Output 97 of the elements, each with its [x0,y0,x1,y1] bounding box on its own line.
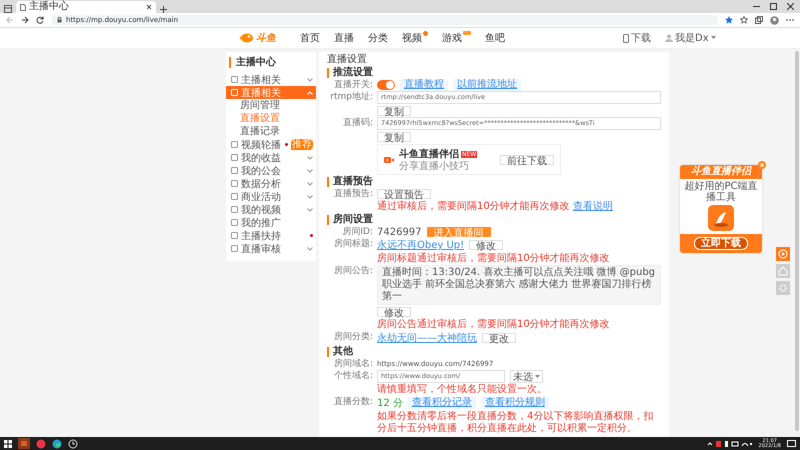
download-button[interactable]: 前往下载 [500,154,554,164]
download-link[interactable]: 下载 [631,31,651,45]
chevron-icon[interactable] [307,182,313,186]
field-label: 直播开关: [332,79,373,91]
copy-button[interactable]: 复制 [377,106,411,116]
edit-button[interactable]: 修改 [469,240,504,250]
warning-text: 房间公告通过审核后，需要间隔10分钟才能再次修改 [377,319,611,331]
forward-icon[interactable] [21,16,29,24]
notification-icon[interactable] [787,440,796,448]
warning-text: 请慎重填写，个性域名只能设置一次。 [377,384,548,396]
field-label: 房间公告: [332,265,373,277]
sidebar-item[interactable]: 直播审核 [226,242,316,255]
sidebar-item[interactable]: 我的收益 [226,151,316,164]
warning-text: 通过审核后，需要间隔10分钟才能再次修改 查看说明 [377,201,614,213]
chevron-icon[interactable] [307,156,313,160]
warning-text: 如果分数清零后将一段直播分数，4分以下将影响直播权限，扣分后十五分钟直播，积分直播在此处，可以积累一定积分。 [377,411,654,435]
widget-subtitle: 超好用的PC端直播工具 [683,180,758,205]
camera-icon [384,156,394,164]
nav-link[interactable]: 首页 [300,31,320,45]
field-label: 房间分类: [332,331,373,343]
sidebar-item[interactable]: 主播相关 [226,73,316,86]
field-label: 房间ID: [341,226,373,238]
set-button[interactable]: 设置预告 [377,189,431,199]
field-label: 房间标题: [332,238,373,250]
page-title: 直播设置 [327,54,368,66]
chevron-icon[interactable] [307,194,313,198]
refresh-icon[interactable] [36,16,44,24]
sidebar-subitem[interactable]: 房间管理 [226,99,316,112]
select-field[interactable]: 未选 [510,370,543,383]
sidebar-item[interactable]: 主播扶持 [226,229,316,242]
sidebar-item[interactable]: 视频轮播 推荐 [226,138,316,151]
field-label: 房间域名: [332,358,373,370]
sidebar-item[interactable]: 数据分析 [226,177,316,190]
browser-icon[interactable] [52,438,62,448]
nav-link[interactable]: 鱼吧 [485,31,505,45]
windows-start-icon[interactable] [4,440,12,448]
chevron-icon[interactable] [307,208,313,212]
score: 12 分 [377,397,403,410]
sidebar-subitem[interactable]: 直播记录 [226,125,316,138]
field-label: 直播预告: [332,188,373,200]
user-name[interactable]: 我是Dx [675,31,709,45]
favorites-icon[interactable] [740,16,748,24]
sidebar-item[interactable]: 我的公会 [226,164,316,177]
warning-text: 房间标题通过审核后，需要间隔10分钟才能再次修改 [377,253,611,265]
edit-button[interactable]: 更改 [482,333,516,343]
chevron-icon[interactable] [307,246,313,250]
field-label: 个性域名: [332,370,373,382]
caret-icon [535,374,540,378]
notice-textarea[interactable]: 直播时间：13:30/24. 喜欢主播可以点点关注哦 微博 @pubg职业选手 前环全国总决赛第六 感谢大佬力 世界赛国刀排行榜第一 [377,265,661,305]
browser-tab[interactable]: 主播中心 [16,1,156,13]
app-icon[interactable] [36,438,46,448]
app-icon[interactable] [18,438,30,449]
app-icon[interactable] [708,205,734,231]
field-label: rtmp地址: [329,91,373,103]
sidebar-item[interactable]: 我的推广 [226,216,316,229]
nav-link[interactable]: 游戏 [442,31,471,45]
edit-button[interactable]: 修改 [377,307,411,317]
nav-link[interactable]: 分类 [368,31,388,45]
badge: 推荐 [291,139,313,150]
nav-link[interactable]: 视频 [402,31,428,45]
minimize-icon[interactable] [753,3,760,10]
copy-button[interactable]: 复制 [377,132,411,142]
field-label: 直播分数: [332,396,373,408]
chevron-icon[interactable] [307,168,313,172]
nav-link[interactable]: 直播 [334,31,354,45]
user-icon [665,34,673,42]
lock-icon [57,17,62,23]
star-icon[interactable] [725,16,733,24]
maximize-icon[interactable] [770,3,777,10]
section-heading: 房间设置 [327,215,661,225]
scrollbar[interactable] [795,51,799,431]
sidebar-title: 主播中心 [229,57,316,68]
sidebar-item[interactable]: 我的视频 [226,203,316,216]
phone-icon[interactable] [623,34,629,42]
room-id: 7426997 [377,226,422,238]
collections-icon[interactable] [755,16,763,24]
promo-subtitle: 分享直播小技巧 [399,161,470,172]
window-icon[interactable] [4,5,12,13]
download-button[interactable]: 立即下载 [694,237,748,250]
field-label: 直播码: [342,117,373,129]
page-icon [20,4,26,10]
promo-title: 斗鱼直播伴侣 [399,148,459,160]
clock-icon[interactable] [68,438,78,448]
caret-icon[interactable] [710,36,716,40]
close-icon[interactable] [146,4,152,10]
tray-icons-drawing[interactable] [706,440,753,448]
toggle-switch[interactable] [377,80,395,90]
fish-mascot-icon[interactable] [240,32,254,44]
section-heading: 直播预告 [327,177,661,187]
widget-title: 斗鱼直播伴侣 [680,165,762,179]
new-tab-icon[interactable] [160,6,167,13]
profile-icon[interactable] [770,16,779,24]
close-icon[interactable] [787,3,794,10]
chevron-icon[interactable] [307,78,313,82]
play-button-icon[interactable] [776,247,790,261]
section-heading: 其他 [327,347,661,357]
sidebar-item[interactable]: 商业活动 [226,190,316,203]
